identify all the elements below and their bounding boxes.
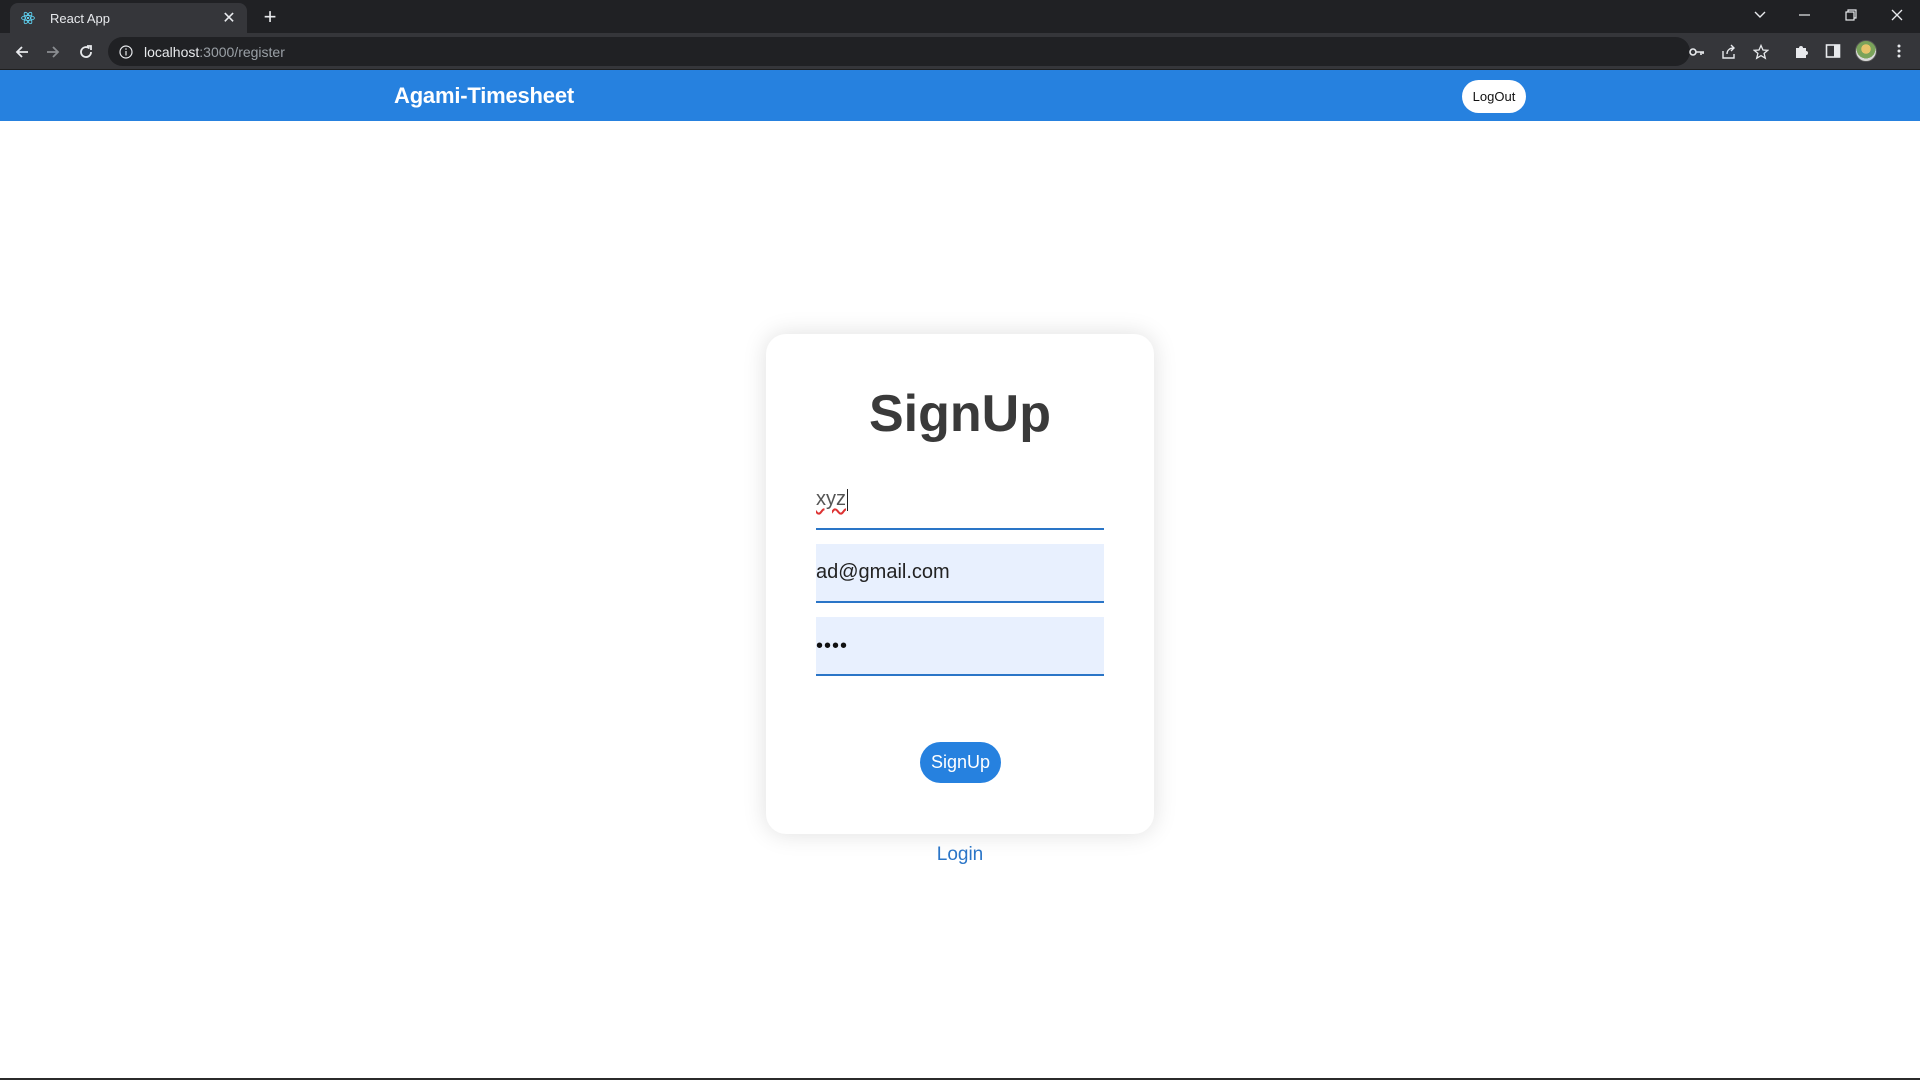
forward-arrow-icon[interactable]	[39, 38, 67, 66]
key-icon[interactable]	[1686, 41, 1708, 63]
name-field-value: xyz	[816, 488, 846, 510]
email-field[interactable]: ad@gmail.com	[816, 544, 1104, 603]
signup-button[interactable]: SignUp	[920, 742, 1001, 783]
reload-icon[interactable]	[72, 38, 100, 66]
password-mask: ••••	[816, 634, 849, 657]
address-bar[interactable]: localhost:3000/register	[108, 37, 1769, 66]
window-close-icon[interactable]	[1874, 0, 1920, 30]
tab-title: React App	[50, 10, 110, 26]
url-host: localhost	[144, 43, 200, 60]
star-icon[interactable]	[1750, 41, 1772, 63]
app-navbar: Agami-Timesheet LogOut	[0, 70, 1920, 121]
new-tab-plus-icon[interactable]: +	[258, 6, 282, 28]
text-caret	[847, 488, 848, 511]
email-field-value: ad@gmail.com	[816, 561, 950, 583]
back-arrow-icon[interactable]	[8, 38, 36, 66]
chevron-down-icon[interactable]	[1737, 0, 1783, 30]
login-link[interactable]: Login	[0, 844, 1920, 866]
profile-avatar[interactable]	[1855, 40, 1877, 62]
close-icon[interactable]: ✕	[219, 8, 239, 28]
more-vert-icon[interactable]	[1887, 39, 1911, 63]
url-path: :3000/register	[199, 43, 285, 60]
share-icon[interactable]	[1718, 41, 1740, 63]
page-content: Agami-Timesheet LogOut SignUp xyz ad@gma…	[0, 70, 1920, 1080]
logout-button[interactable]: LogOut	[1462, 80, 1526, 113]
brand-title[interactable]: Agami-Timesheet	[394, 83, 574, 109]
browser-tab-strip: React App ✕ +	[0, 0, 1920, 33]
side-panel-icon[interactable]	[1821, 39, 1845, 63]
minimize-icon[interactable]	[1782, 0, 1828, 30]
react-favicon-icon	[20, 10, 36, 26]
password-field[interactable]: ••••	[816, 617, 1104, 676]
signup-card: SignUp xyz ad@gmail.com •••• SignUp	[766, 334, 1154, 834]
page-title: SignUp	[869, 385, 1051, 443]
restore-icon[interactable]	[1828, 0, 1874, 30]
url-text: localhost:3000/register	[144, 44, 285, 60]
name-field[interactable]: xyz	[816, 471, 1104, 530]
browser-toolbar: localhost:3000/register	[0, 33, 1920, 70]
info-icon[interactable]	[118, 44, 134, 60]
browser-tab[interactable]: React App ✕	[10, 3, 247, 33]
extensions-icon[interactable]	[1789, 39, 1813, 63]
